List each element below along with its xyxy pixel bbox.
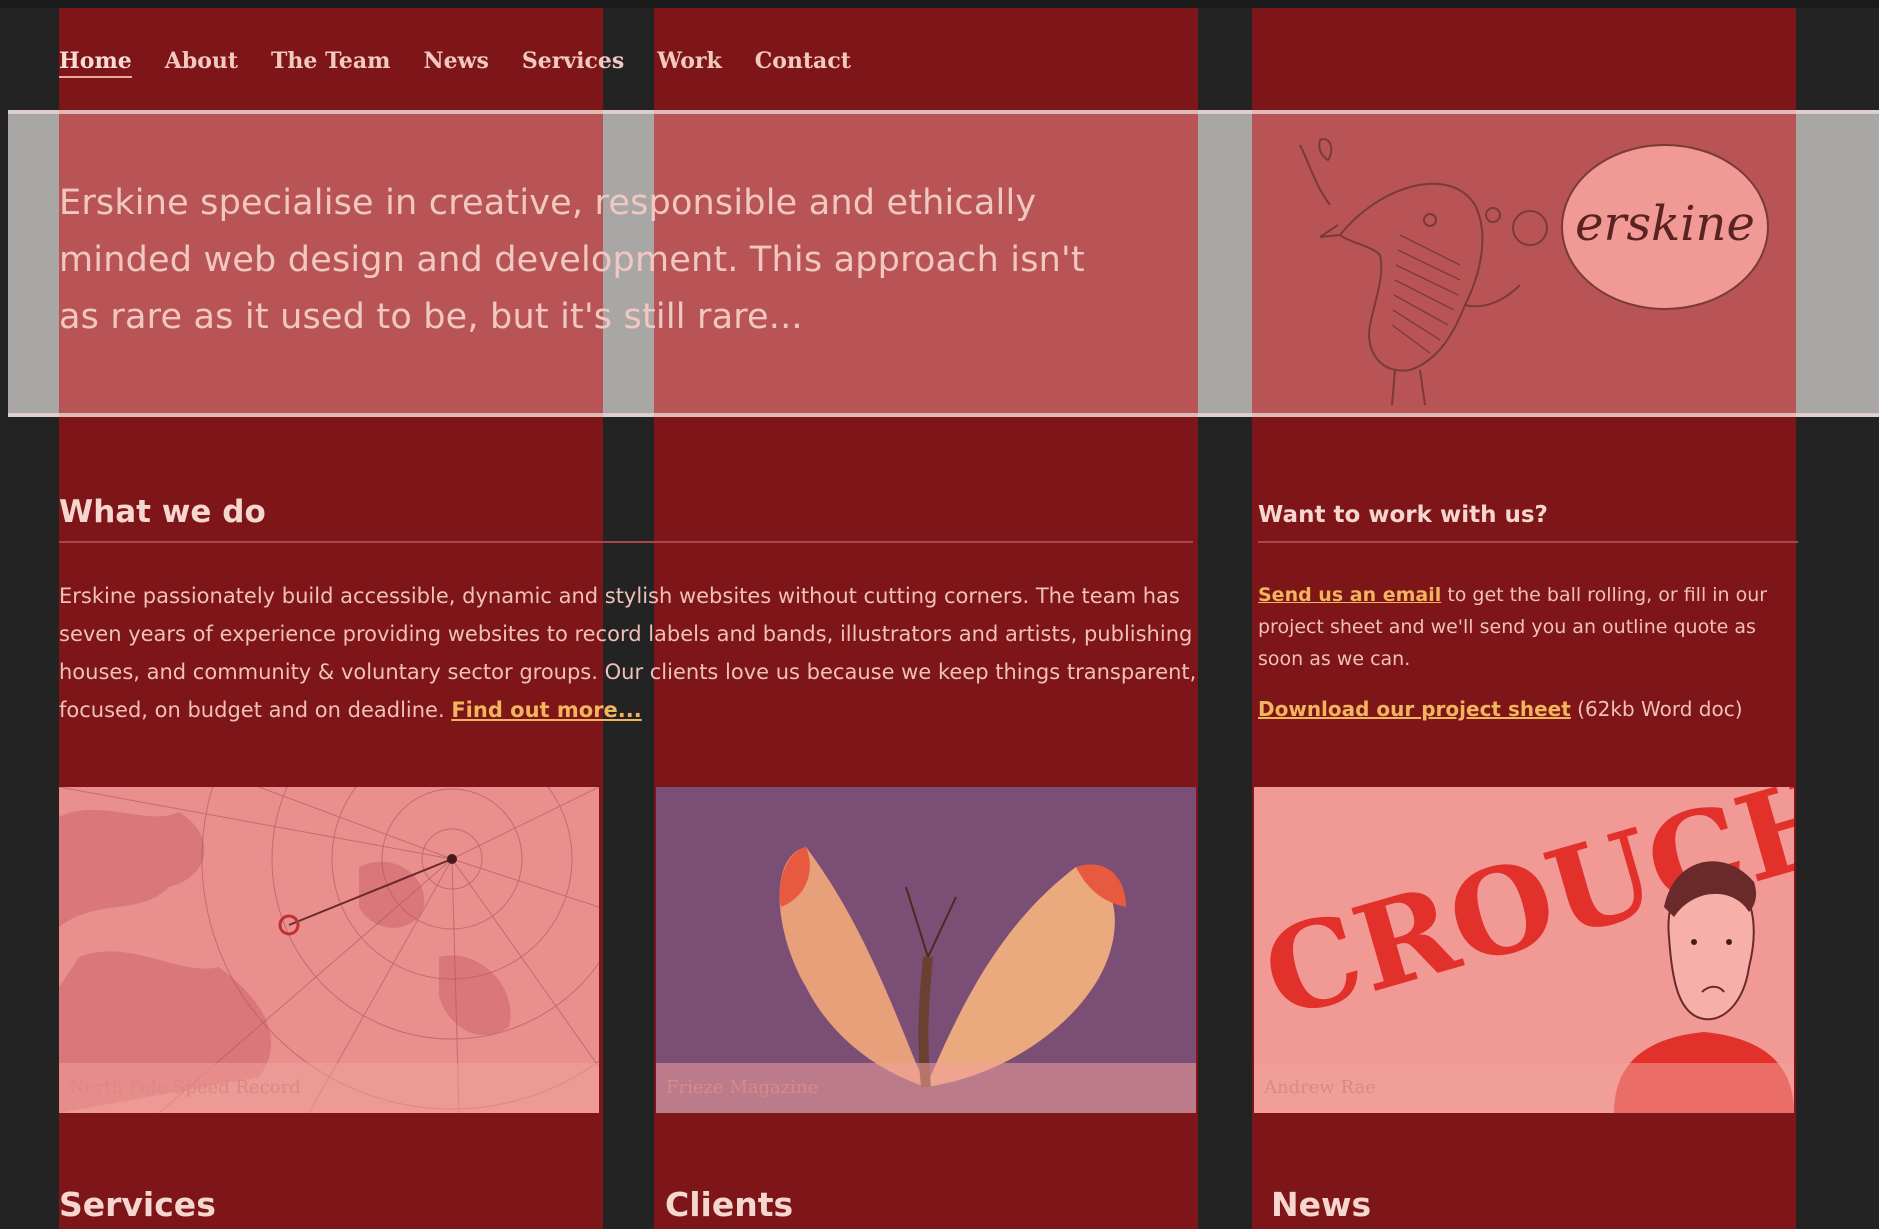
logo-wordmark: erskine bbox=[1575, 196, 1755, 252]
thumb-caption: Andrew Rae bbox=[1254, 1063, 1794, 1113]
nav-services[interactable]: Services bbox=[522, 48, 624, 78]
clients-heading: Clients bbox=[665, 1185, 794, 1224]
erskine-bird-logo: erskine bbox=[1299, 138, 1769, 406]
portfolio-thumb-frieze[interactable]: Frieze Magazine bbox=[656, 787, 1196, 1113]
nav-work[interactable]: Work bbox=[657, 48, 721, 78]
news-heading: News bbox=[1271, 1185, 1372, 1224]
find-out-more-link[interactable]: Find out more... bbox=[451, 698, 641, 722]
want-to-work-heading: Want to work with us? bbox=[1258, 502, 1548, 528]
nav-the-team[interactable]: The Team bbox=[271, 48, 390, 78]
hero-intro-text: Erskine specialise in creative, responsi… bbox=[59, 183, 1085, 337]
download-project-sheet-link[interactable]: Download our project sheet bbox=[1258, 697, 1571, 721]
want-to-work-text: Send us an email to get the ball rolling… bbox=[1258, 579, 1798, 675]
portfolio-thumb-north-pole[interactable]: North Pole Speed Record bbox=[59, 787, 599, 1113]
nav-about[interactable]: About bbox=[165, 48, 238, 78]
window-top-edge bbox=[0, 0, 1879, 8]
nav-news[interactable]: News bbox=[423, 48, 488, 78]
download-row: Download our project sheet (62kb Word do… bbox=[1258, 697, 1798, 721]
main-nav: Home About The Team News Services Work C… bbox=[59, 48, 851, 78]
portfolio-thumb-andrew-rae[interactable]: CROUCH Andrew Rae bbox=[1254, 787, 1794, 1113]
torn-edge-top bbox=[8, 110, 1879, 114]
what-we-do-heading: What we do bbox=[59, 494, 266, 530]
what-we-do-text: Erskine passionately build accessible, d… bbox=[59, 577, 1199, 729]
divider bbox=[59, 541, 1193, 543]
send-email-link[interactable]: Send us an email bbox=[1258, 584, 1441, 606]
nav-home[interactable]: Home bbox=[59, 48, 132, 78]
divider bbox=[1258, 541, 1798, 543]
thumb-caption: Frieze Magazine bbox=[656, 1063, 1196, 1113]
download-file-meta: (62kb Word doc) bbox=[1577, 697, 1743, 721]
thumb-caption: North Pole Speed Record bbox=[59, 1063, 599, 1113]
nav-contact[interactable]: Contact bbox=[755, 48, 851, 78]
services-heading: Services bbox=[59, 1185, 216, 1224]
